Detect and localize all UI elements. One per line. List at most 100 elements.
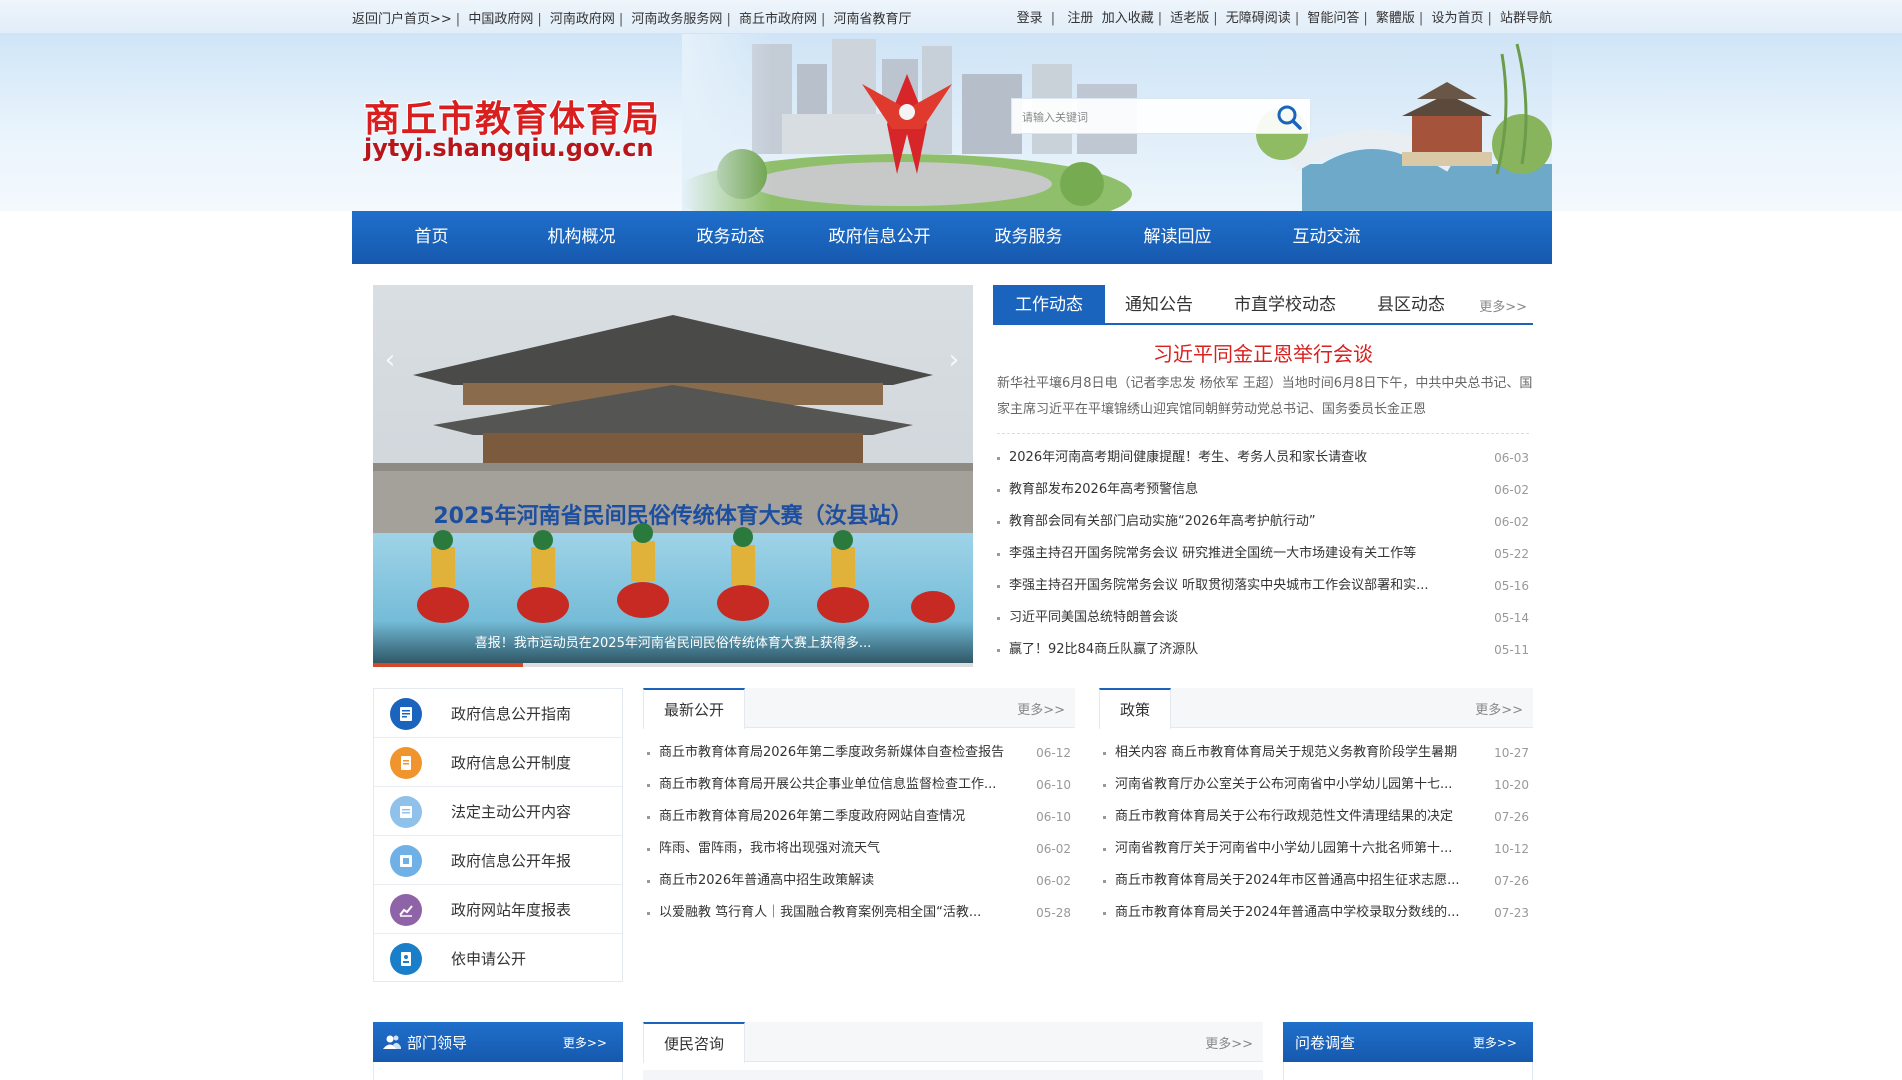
headline-link[interactable]: 习近平同金正恩举行会谈 (993, 338, 1533, 367)
list-item[interactable]: 李强主持召开国务院常务会议 听取贯彻落实中央城市工作会议部署和实... 05-16 (997, 570, 1529, 602)
latest-disclosure-title[interactable]: 最新公开 (643, 688, 746, 729)
quick-item-statutory-content[interactable]: 法定主动公开内容 (374, 787, 622, 836)
set-homepage-link[interactable]: 设为首页 (1431, 7, 1483, 26)
tab-notices[interactable]: 通知公告 (1111, 285, 1207, 325)
top-link-henan-education[interactable]: 河南省教育厅 (834, 8, 912, 27)
top-link-henan-service[interactable]: 河南政务服务网 (631, 8, 722, 27)
list-item[interactable]: 阵雨、雷阵雨，我市将出现强对流天气 06-02 (647, 833, 1071, 865)
news-tabs: 工作动态 通知公告 市直学校动态 县区动态 更多>> (993, 285, 1533, 325)
nav-information-disclosure[interactable]: 政府信息公开 (805, 211, 954, 264)
list-item[interactable]: 商丘市教育体育局开展公共企事业单位信息监督检查工作... 06-10 (647, 769, 1071, 801)
news-title: 李强主持召开国务院常务会议 研究推进全国统一大市场建设有关工作等 (1009, 546, 1417, 561)
nav-organization[interactable]: 机构概况 (507, 211, 656, 264)
slider-next-button[interactable]: › (944, 345, 964, 375)
search-button[interactable] (1274, 102, 1304, 132)
news-more-link[interactable]: 更多>> (1479, 296, 1527, 315)
report-icon (390, 845, 422, 877)
list-item[interactable]: 赢了！92比84商丘队赢了济源队 05-11 (997, 634, 1529, 666)
search-input[interactable] (1022, 107, 1252, 127)
add-favorite-link[interactable]: 加入收藏 (1102, 7, 1154, 26)
site-logo-domain: jytyj.shangqiu.gov.cn (364, 134, 654, 162)
news-date: 06-02 (1494, 515, 1529, 529)
top-link-china-gov[interactable]: 中国政府网 (468, 8, 533, 27)
news-panel: 工作动态 通知公告 市直学校动态 县区动态 更多>> 习近平同金正恩举行会谈 新… (993, 285, 1533, 667)
list-item[interactable]: 商丘市教育体育局关于公布行政规范性文件清理结果的决定 07-26 (1103, 801, 1529, 833)
tab-work-news[interactable]: 工作动态 (993, 285, 1105, 325)
list-item[interactable]: 教育部会同有关部门启动实施“2026年高考护航行动” 06-02 (997, 506, 1529, 538)
image-slider[interactable]: 2025年河南省民间民俗传统体育大赛（汝县站） 喜报！我市运动员在2025年河南… (373, 285, 973, 667)
quick-item-apply-disclosure[interactable]: 依申请公开 (374, 934, 622, 983)
accessibility-link[interactable]: 无障碍阅读 (1226, 7, 1291, 26)
quick-item-disclosure-system[interactable]: 政府信息公开制度 (374, 738, 622, 787)
nav-government-services[interactable]: 政务服务 (954, 211, 1103, 264)
quick-item-disclosure-guide[interactable]: 政府信息公开指南 (374, 689, 622, 738)
nav-home[interactable]: 首页 (357, 211, 506, 264)
survey-more-link[interactable]: 更多>> (1473, 1034, 1517, 1051)
bullet-icon (997, 521, 1000, 524)
list-item[interactable]: 2026年河南高考期间健康提醒！考生、考务人员和家长请查收 06-03 (997, 442, 1529, 474)
tab-school-news[interactable]: 市直学校动态 (1223, 285, 1347, 325)
slider-prev-button[interactable]: ‹ (380, 345, 400, 375)
public-consultation-more-link[interactable]: 更多>> (1205, 1033, 1253, 1052)
list-item[interactable]: 商丘市教育体育局关于2024年市区普通高中招生征求志愿... 07-26 (1103, 865, 1529, 897)
policy-header: 政策 更多>> (1099, 688, 1533, 729)
site-group-nav-link[interactable]: 站群导航 (1500, 7, 1552, 26)
bullet-icon (1103, 816, 1106, 819)
separator: | (1213, 11, 1218, 26)
top-link-henan-gov[interactable]: 河南政府网 (550, 8, 615, 27)
divider (997, 433, 1529, 434)
quick-item-label: 依申请公开 (451, 950, 527, 968)
slide-caption[interactable]: 喜报！我市运动员在2025年河南省民间民俗传统体育大赛上获得多... (373, 621, 973, 667)
list-item[interactable]: 习近平同美国总统特朗普会谈 05-14 (997, 602, 1529, 634)
quick-item-website-report[interactable]: 政府网站年度报表 (374, 885, 622, 934)
list-item[interactable]: 李强主持召开国务院常务会议 研究推进全国统一大市场建设有关工作等 05-22 (997, 538, 1529, 570)
login-link[interactable]: 登录 (1017, 7, 1043, 26)
quick-item-annual-report[interactable]: 政府信息公开年报 (374, 836, 622, 885)
news-date: 05-22 (1494, 547, 1529, 561)
top-link-portal-home[interactable]: 返回门户首页>> (352, 8, 452, 27)
news-date: 06-10 (1036, 778, 1071, 792)
policy-title[interactable]: 政策 (1099, 688, 1172, 729)
news-list: 2026年河南高考期间健康提醒！考生、考务人员和家长请查收 06-03 教育部发布… (997, 442, 1529, 666)
news-date: 10-20 (1494, 778, 1529, 792)
separator: | (455, 12, 461, 27)
portal-links: 返回门户首页>> | 中国政府网 | 河南政府网 | 河南政务服务网 | 商丘市政府网 |… (352, 8, 912, 27)
news-title: 商丘市教育体育局关于2024年市区普通高中招生征求志愿... (1115, 873, 1460, 888)
tab-county-news[interactable]: 县区动态 (1363, 285, 1459, 325)
document-icon (390, 747, 422, 779)
list-item[interactable]: 河南省教育厅关于河南省中小学幼儿园第十六批名师第十... 10-12 (1103, 833, 1529, 865)
separator: | (726, 12, 731, 27)
search-box (1011, 98, 1311, 134)
latest-disclosure-column: 最新公开 更多>> 商丘市教育体育局2026年第二季度政务新媒体自查检查报告 06… (643, 688, 1075, 928)
bullet-icon (1103, 752, 1106, 755)
elderly-version-link[interactable]: 适老版 (1170, 7, 1209, 26)
list-item[interactable]: 教育部发布2026年高考预警信息 06-02 (997, 474, 1529, 506)
list-item[interactable]: 商丘市2026年普通高中招生政策解读 06-02 (647, 865, 1071, 897)
register-link[interactable]: 注册 (1067, 7, 1093, 26)
separator: | (820, 12, 826, 27)
slide-banner-text: 2025年河南省民间民俗传统体育大赛（汝县站） (433, 503, 912, 529)
news-title: 习近平同美国总统特朗普会谈 (1009, 610, 1179, 625)
list-item[interactable]: 商丘市教育体育局2026年第二季度政府网站自查情况 06-10 (647, 801, 1071, 833)
list-item[interactable]: 相关内容 商丘市教育体育局关于规范义务教育阶段学生暑期 10-27 (1103, 737, 1529, 769)
latest-more-link[interactable]: 更多>> (1017, 699, 1065, 718)
news-date: 10-27 (1494, 746, 1529, 760)
nav-interpretation[interactable]: 解读回应 (1103, 211, 1252, 264)
nav-interaction[interactable]: 互动交流 (1252, 211, 1401, 264)
policy-more-link[interactable]: 更多>> (1475, 699, 1523, 718)
list-item[interactable]: 商丘市教育体育局关于2024年普通高中学校录取分数线的... 07-23 (1103, 897, 1529, 929)
slide-progress-bar (373, 663, 973, 667)
nav-government-news[interactable]: 政务动态 (656, 211, 805, 264)
list-item[interactable]: 河南省教育厅办公室关于公布河南省中小学幼儿园第十七... 10-20 (1103, 769, 1529, 801)
news-date: 07-26 (1494, 874, 1529, 888)
public-consultation-title[interactable]: 便民咨询 (643, 1022, 746, 1063)
news-title: 商丘市教育体育局开展公共企事业单位信息监督检查工作... (659, 777, 997, 792)
top-link-shangqiu-gov[interactable]: 商丘市政府网 (739, 8, 817, 27)
list-item[interactable]: 商丘市教育体育局2026年第二季度政务新媒体自查检查报告 06-12 (647, 737, 1071, 769)
list-item[interactable]: 以爱融教 笃行育人｜我国融合教育案例亮相全国“活教... 05-28 (647, 897, 1071, 929)
department-leaders-more-link[interactable]: 更多>> (563, 1034, 607, 1051)
survey-header: 问卷调查 更多>> (1283, 1022, 1533, 1062)
smart-qa-link[interactable]: 智能问答 (1307, 7, 1359, 26)
traditional-chinese-link[interactable]: 繁體版 (1376, 7, 1415, 26)
bullet-icon (1103, 912, 1106, 915)
